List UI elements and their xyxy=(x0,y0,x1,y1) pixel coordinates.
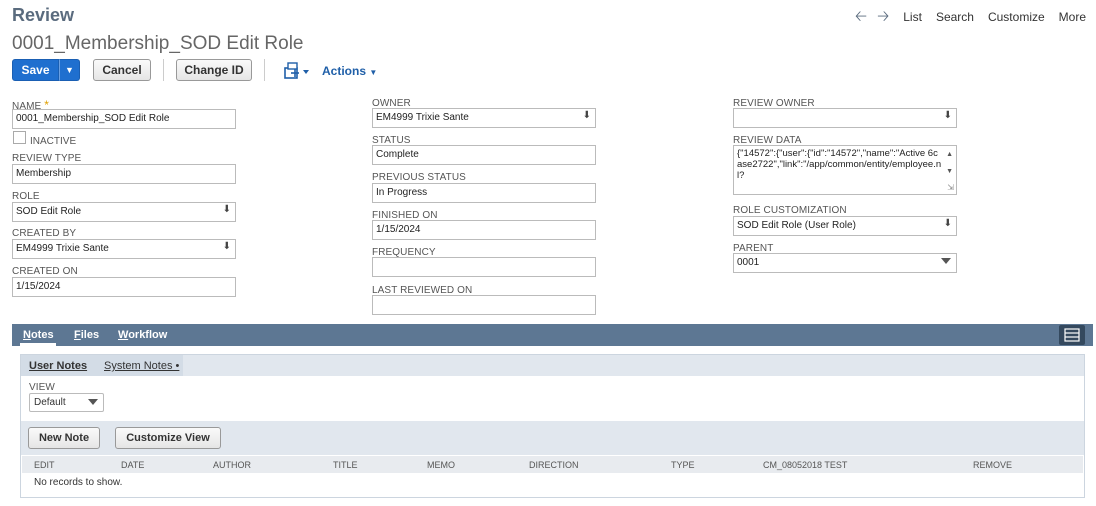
created-by-select[interactable]: EM4999 Trixie Sante ⬇ xyxy=(12,239,236,259)
column-header-date[interactable]: DATE xyxy=(121,460,144,470)
view-select[interactable]: Default xyxy=(29,393,104,412)
page-type-title: Review xyxy=(12,5,75,25)
column-header-type[interactable]: TYPE xyxy=(671,460,695,470)
caret-down-icon xyxy=(941,258,951,264)
notes-table-header: EDIT DATE AUTHOR TITLE MEMO DIRECTION TY… xyxy=(22,456,1083,473)
double-chevron-down-icon: ⬇ xyxy=(943,110,952,121)
column-header-edit[interactable]: EDIT xyxy=(34,460,55,470)
scroll-down-icon[interactable]: ▼ xyxy=(946,166,953,177)
parent-value: 0001 xyxy=(737,257,760,268)
previous-status-label: PREVIOUS STATUS xyxy=(372,172,466,183)
toolbar-divider xyxy=(264,59,265,81)
role-value: SOD Edit Role xyxy=(16,206,82,217)
review-type-field[interactable]: Membership xyxy=(12,164,236,184)
subtab-user-notes[interactable]: User Notes xyxy=(29,360,87,372)
customize-view-button[interactable]: Customize View xyxy=(115,427,221,449)
double-chevron-down-icon: ⬇ xyxy=(222,241,231,252)
view-label: VIEW xyxy=(29,382,55,393)
notes-subtabs: User Notes System Notes • xyxy=(21,355,1084,376)
nav-link-list[interactable]: List xyxy=(903,10,922,24)
column-header-author[interactable]: AUTHOR xyxy=(213,460,251,470)
cancel-button[interactable]: Cancel xyxy=(93,59,151,81)
record-title: 0001_Membership_SOD Edit Role xyxy=(12,33,304,54)
review-owner-select[interactable]: ⬇ xyxy=(733,108,957,128)
last-reviewed-on-field[interactable] xyxy=(372,295,596,315)
owner-value: EM4999 Trixie Sante xyxy=(376,112,469,123)
new-note-button[interactable]: New Note xyxy=(28,427,100,449)
review-data-textarea[interactable]: {"14572":{"user":{"id":"14572","name":"A… xyxy=(733,145,957,195)
role-select[interactable]: SOD Edit Role ⬇ xyxy=(12,202,236,222)
arrow-right-icon[interactable]: 🡢 xyxy=(877,9,889,24)
role-customization-select[interactable]: SOD Edit Role (User Role) ⬇ xyxy=(733,216,957,236)
parent-select[interactable]: 0001 xyxy=(733,253,957,273)
tab-files[interactable]: Files xyxy=(74,329,99,341)
toolbar-divider xyxy=(163,59,164,81)
created-on-label: CREATED ON xyxy=(12,266,78,277)
created-by-label: CREATED BY xyxy=(12,228,77,239)
column-header-title[interactable]: TITLE xyxy=(333,460,358,470)
status-field[interactable]: Complete xyxy=(372,145,596,165)
double-chevron-down-icon: ⬇ xyxy=(943,218,952,229)
active-tab-indicator xyxy=(20,343,56,346)
caret-down-icon: ▼ xyxy=(65,65,74,75)
frequency-field[interactable] xyxy=(372,257,596,277)
resize-handle-icon[interactable]: ⇲ xyxy=(947,182,954,193)
previous-status-field[interactable]: In Progress xyxy=(372,183,596,203)
scroll-up-icon[interactable]: ▲ xyxy=(946,149,953,160)
tab-notes[interactable]: Notes xyxy=(23,329,54,341)
nav-link-customize[interactable]: Customize xyxy=(988,10,1045,24)
caret-down-icon: ▼ xyxy=(369,68,378,77)
arrow-left-icon[interactable]: 🡠 xyxy=(855,9,867,24)
print-icon[interactable] xyxy=(284,62,310,80)
nav-link-more[interactable]: More xyxy=(1059,10,1086,24)
layout-toggle-icon[interactable] xyxy=(1059,325,1085,345)
finished-on-field[interactable]: 1/15/2024 xyxy=(372,220,596,240)
notes-panel: User Notes System Notes • VIEW Default N… xyxy=(20,354,1085,498)
double-chevron-down-icon: ⬇ xyxy=(582,110,591,121)
inactive-label: INACTIVE xyxy=(30,136,77,147)
column-header-cm-test[interactable]: CM_08052018 TEST xyxy=(763,460,847,470)
change-id-button[interactable]: Change ID xyxy=(176,59,252,81)
actions-menu[interactable]: Actions ▼ xyxy=(322,64,377,78)
top-navigation: 🡠 🡢 List Search Customize More xyxy=(845,9,1086,24)
column-header-direction[interactable]: DIRECTION xyxy=(529,460,579,470)
tab-workflow[interactable]: Workflow xyxy=(118,329,167,341)
notes-button-bar: New Note Customize View xyxy=(21,421,1084,455)
inactive-checkbox[interactable] xyxy=(13,131,26,144)
owner-select[interactable]: EM4999 Trixie Sante ⬇ xyxy=(372,108,596,128)
column-header-memo[interactable]: MEMO xyxy=(427,460,455,470)
column-header-remove[interactable]: REMOVE xyxy=(973,460,1012,470)
review-type-label: REVIEW TYPE xyxy=(12,153,82,164)
save-options-button[interactable]: ▼ xyxy=(59,59,80,81)
view-value: Default xyxy=(34,397,66,408)
empty-state-text: No records to show. xyxy=(34,477,123,488)
review-data-value: {"14572":{"user":{"id":"14572","name":"A… xyxy=(737,148,942,181)
name-field[interactable]: 0001_Membership_SOD Edit Role xyxy=(12,109,236,129)
actions-label: Actions xyxy=(322,64,367,78)
created-by-value: EM4999 Trixie Sante xyxy=(16,243,109,254)
caret-down-icon xyxy=(88,399,98,405)
subtab-system-notes[interactable]: System Notes • xyxy=(104,360,179,372)
role-label: ROLE xyxy=(12,191,40,202)
double-chevron-down-icon: ⬇ xyxy=(222,204,231,215)
nav-link-search[interactable]: Search xyxy=(936,10,974,24)
role-customization-label: ROLE CUSTOMIZATION xyxy=(733,205,847,216)
save-button[interactable]: Save xyxy=(12,59,59,81)
created-on-field[interactable]: 1/15/2024 xyxy=(12,277,236,297)
subtab-bar: Notes Files Workflow xyxy=(12,324,1093,346)
role-customization-value: SOD Edit Role (User Role) xyxy=(737,220,856,231)
